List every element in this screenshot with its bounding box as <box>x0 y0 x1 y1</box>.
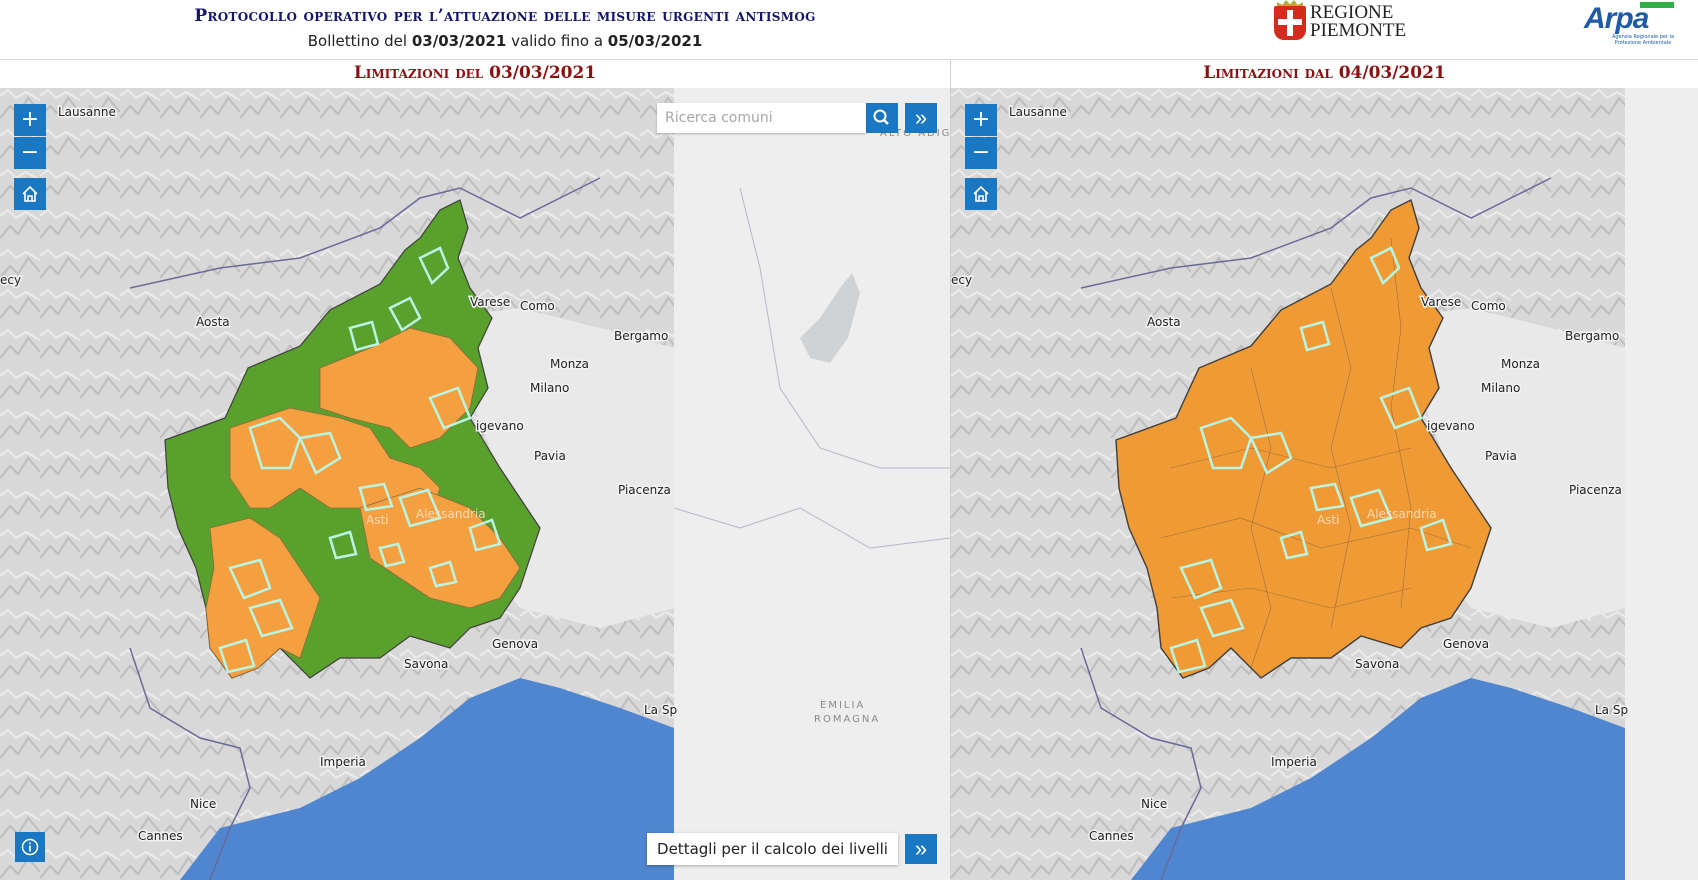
shield-icon <box>1274 6 1306 40</box>
label-como: Como <box>520 299 555 313</box>
zoom-in-button-right[interactable]: + <box>965 104 997 136</box>
label-asti: Asti <box>366 513 389 527</box>
info-button[interactable] <box>15 832 45 862</box>
left-map-canvas: Lausanne ecy Aosta Varese Como Bergamo M… <box>0 88 950 880</box>
label-alessandria: Alessandria <box>416 507 486 521</box>
blank-basemap-area-right <box>1625 88 1698 880</box>
regione-logo-text: REGIONE PIEMONTE <box>1310 2 1407 41</box>
right-map-canvas: Lausanne ecy Aosta Varese Como Bergamo M… <box>951 88 1698 880</box>
expand-search-button[interactable]: » <box>905 103 937 133</box>
label-piacenza-right: Piacenza <box>1569 483 1622 497</box>
label-vevey: ecy <box>0 273 21 287</box>
label-cannes-right: Cannes <box>1089 829 1134 843</box>
zoom-in-button[interactable]: + <box>14 104 46 136</box>
label-genova-right: Genova <box>1443 637 1489 651</box>
right-map[interactable]: Lausanne ecy Aosta Varese Como Bergamo M… <box>951 88 1698 880</box>
left-map[interactable]: Lausanne ecy Aosta Varese Como Bergamo M… <box>0 88 950 880</box>
home-icon <box>22 185 38 202</box>
label-savona-right: Savona <box>1355 657 1399 671</box>
label-pavia: Pavia <box>534 449 566 463</box>
home-button-right[interactable] <box>965 178 997 210</box>
label-monza: Monza <box>550 357 589 371</box>
page-header: Protocollo operativo per l’attuazione de… <box>0 0 1698 60</box>
label-aosta: Aosta <box>196 315 230 329</box>
label-vigevano-right: igevano <box>1427 419 1475 433</box>
arpa-logo: Arpa Agenzia Regionale per la Protezione… <box>1584 2 1676 46</box>
label-vigevano: igevano <box>476 419 524 433</box>
label-bergamo-right: Bergamo <box>1565 329 1619 343</box>
info-icon <box>21 838 39 856</box>
blank-basemap-area <box>674 88 950 880</box>
search-icon <box>873 109 889 125</box>
bulletin-prefix: Bollettino del <box>307 32 412 50</box>
label-milano: Milano <box>530 381 569 395</box>
label-varese-right: Varese <box>1421 295 1461 309</box>
label-savona: Savona <box>404 657 448 671</box>
zoom-out-button[interactable]: − <box>14 137 46 169</box>
label-aosta-right: Aosta <box>1147 315 1181 329</box>
expand-details-button[interactable]: » <box>905 834 937 864</box>
details-button[interactable]: Dettagli per il calcolo dei livelli <box>647 833 898 865</box>
label-imperia: Imperia <box>320 755 366 769</box>
page-title: Protocollo operativo per l’attuazione de… <box>194 6 816 26</box>
search-municipality-input[interactable] <box>657 103 866 133</box>
label-nice-right: Nice <box>1141 797 1167 811</box>
label-cannes: Cannes <box>138 829 183 843</box>
label-la-spezia-right: La Sp <box>1595 703 1628 717</box>
label-monza-right: Monza <box>1501 357 1540 371</box>
label-imperia-right: Imperia <box>1271 755 1317 769</box>
valid-text: valido fino a <box>506 32 608 50</box>
label-milano-right: Milano <box>1481 381 1520 395</box>
label-piacenza: Piacenza <box>618 483 671 497</box>
right-panel-title: Limitazioni dal 04/03/2021 <box>1203 63 1446 83</box>
left-panel-title: Limitazioni del 03/03/2021 <box>353 63 597 83</box>
regione-piemonte-logo: REGIONE PIEMONTE <box>1274 0 1406 42</box>
arpa-logo-subtitle: Agenzia Regionale per la Protezione Ambi… <box>1611 34 1675 46</box>
label-como-right: Como <box>1471 299 1506 313</box>
label-pavia-right: Pavia <box>1485 449 1517 463</box>
label-romagna: ROMAGNA <box>814 714 880 725</box>
arpa-logo-word: Arpa <box>1584 2 1649 35</box>
label-la-spezia: La Sp <box>644 703 677 717</box>
bulletin-subtitle: Bollettino del 03/03/2021 valido fino a … <box>0 32 1010 50</box>
label-lausanne-right: Lausanne <box>1009 105 1067 119</box>
zoom-out-button-right[interactable]: − <box>965 137 997 169</box>
home-button[interactable] <box>14 178 46 210</box>
valid-date: 05/03/2021 <box>607 32 703 50</box>
label-varese: Varese <box>470 295 510 309</box>
label-emilia: EMILIA <box>820 700 865 711</box>
label-asti-right: Asti <box>1317 513 1340 527</box>
label-genova: Genova <box>492 637 538 651</box>
home-icon <box>973 185 989 202</box>
label-bergamo: Bergamo <box>614 329 668 343</box>
label-alessandria-right: Alessandria <box>1367 507 1437 521</box>
search-button[interactable] <box>866 103 898 133</box>
bulletin-date: 03/03/2021 <box>411 32 507 50</box>
label-nice: Nice <box>190 797 216 811</box>
label-lausanne: Lausanne <box>58 105 116 119</box>
label-vevey-right: ecy <box>951 273 972 287</box>
